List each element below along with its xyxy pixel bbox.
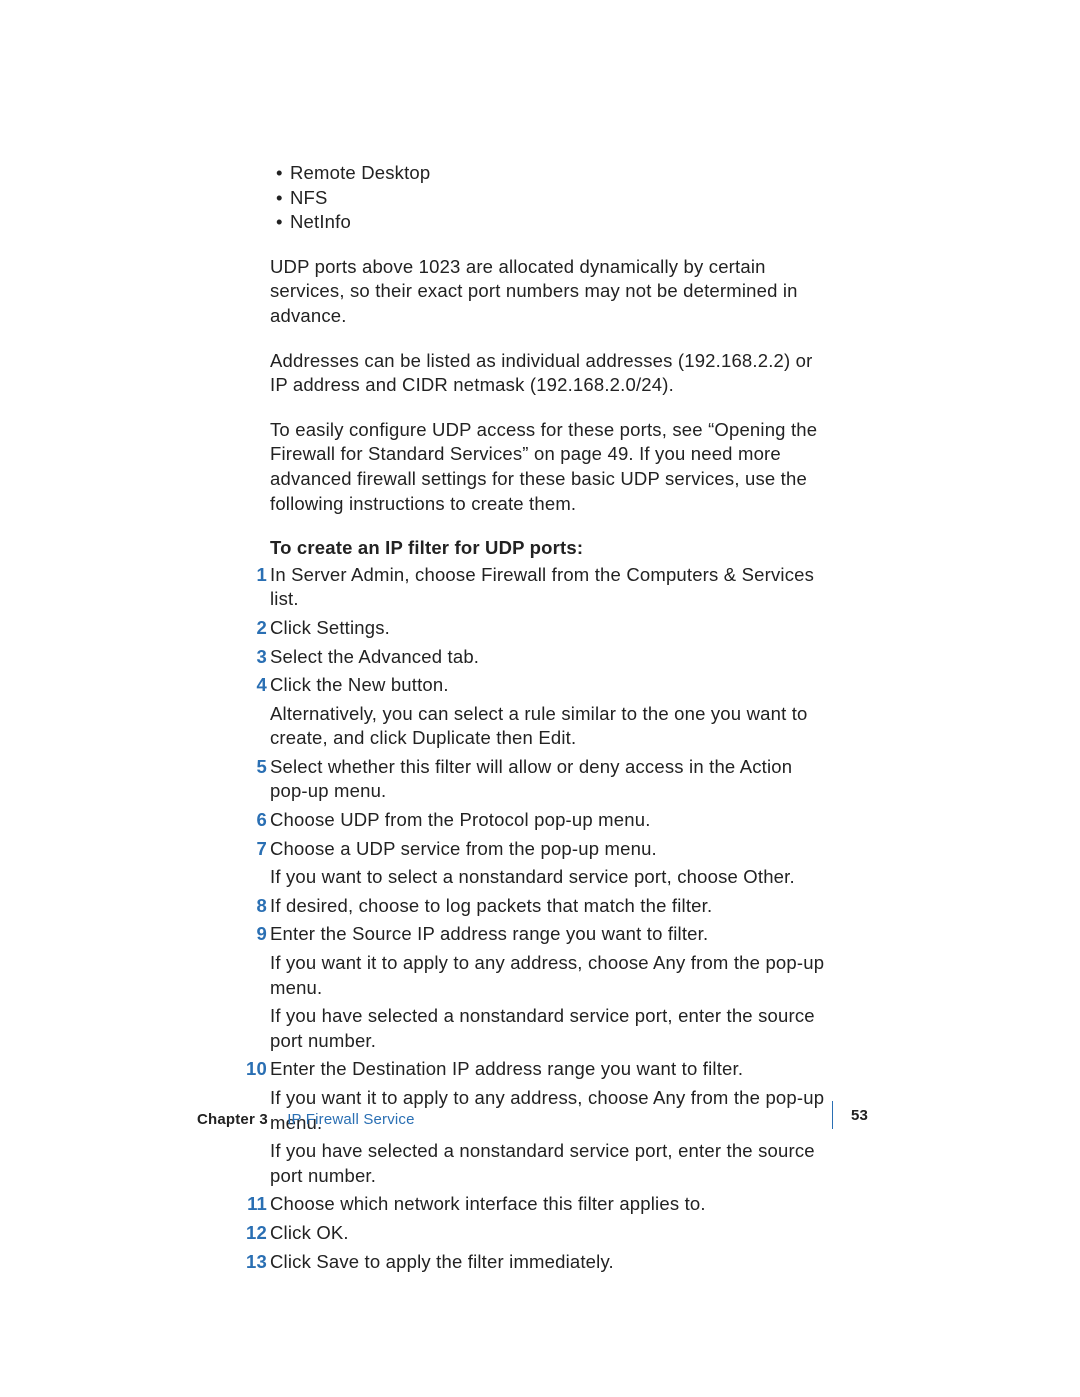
step-subtext: If you want it to apply to any address, … <box>270 951 832 1000</box>
list-item-text: Remote Desktop <box>290 162 430 183</box>
procedure-steps: 1 In Server Admin, choose Firewall from … <box>270 563 832 1274</box>
step-text: Choose a UDP service from the pop-up men… <box>270 837 832 862</box>
step-number: 8 <box>249 894 267 919</box>
list-item: • NetInfo <box>270 210 832 235</box>
bullet-icon: • <box>276 186 283 211</box>
step-item: 6 Choose UDP from the Protocol pop-up me… <box>270 808 832 833</box>
body-paragraph: UDP ports above 1023 are allocated dynam… <box>270 255 832 329</box>
step-number: 12 <box>239 1221 267 1246</box>
step-number: 1 <box>249 563 267 588</box>
bullet-icon: • <box>276 210 283 235</box>
chapter-label: Chapter 3 <box>197 1111 268 1128</box>
list-item-text: NetInfo <box>290 211 351 232</box>
step-text: If desired, choose to log packets that m… <box>270 894 832 919</box>
step-text: Select the Advanced tab. <box>270 645 832 670</box>
step-number: 11 <box>239 1192 267 1217</box>
step-item: 11 Choose which network interface this f… <box>270 1192 832 1217</box>
step-subtext: Alternatively, you can select a rule sim… <box>270 702 832 751</box>
list-item: • Remote Desktop <box>270 161 832 186</box>
step-item: 9 Enter the Source IP address range you … <box>270 922 832 1053</box>
step-number: 5 <box>249 755 267 780</box>
step-number: 3 <box>249 645 267 670</box>
step-number: 9 <box>249 922 267 947</box>
page-number: 53 <box>851 1106 868 1126</box>
step-subtext: If you have selected a nonstandard servi… <box>270 1004 832 1053</box>
step-number: 7 <box>249 837 267 862</box>
bullet-icon: • <box>276 161 283 186</box>
intro-bullet-list: • Remote Desktop • NFS • NetInfo <box>270 161 832 235</box>
step-text: Choose which network interface this filt… <box>270 1192 832 1217</box>
step-item: 7 Choose a UDP service from the pop-up m… <box>270 837 832 890</box>
procedure-heading: To create an IP filter for UDP ports: <box>270 536 832 561</box>
step-item: 8 If desired, choose to log packets that… <box>270 894 832 919</box>
step-number: 2 <box>249 616 267 641</box>
step-number: 10 <box>239 1057 267 1082</box>
page-footer: Chapter 3 IP Firewall Service 53 <box>197 1106 1080 1136</box>
step-text: Click OK. <box>270 1221 832 1246</box>
step-number: 4 <box>249 673 267 698</box>
step-text: Select whether this filter will allow or… <box>270 755 832 804</box>
page: • Remote Desktop • NFS • NetInfo UDP ports … <box>0 0 1080 1397</box>
step-text: Choose UDP from the Protocol pop-up menu… <box>270 808 832 833</box>
step-text: Enter the Destination IP address range y… <box>270 1057 832 1082</box>
step-subtext: If you have selected a nonstandard servi… <box>270 1139 832 1188</box>
body-paragraph: To easily configure UDP access for these… <box>270 418 832 516</box>
list-item-text: NFS <box>290 187 328 208</box>
step-item: 3 Select the Advanced tab. <box>270 645 832 670</box>
step-item: 2 Click Settings. <box>270 616 832 641</box>
step-item: 13 Click Save to apply the filter immedi… <box>270 1250 832 1275</box>
step-item: 12 Click OK. <box>270 1221 832 1246</box>
step-item: 4 Click the New button. Alternatively, y… <box>270 673 832 751</box>
chapter-title: IP Firewall Service <box>287 1111 414 1128</box>
step-item: 5 Select whether this filter will allow … <box>270 755 832 804</box>
step-number: 13 <box>239 1250 267 1275</box>
step-text: Click Settings. <box>270 616 832 641</box>
step-text: Click the New button. <box>270 673 832 698</box>
step-text: Click Save to apply the filter immediate… <box>270 1250 832 1275</box>
step-text: In Server Admin, choose Firewall from th… <box>270 563 832 612</box>
list-item: • NFS <box>270 186 832 211</box>
step-number: 6 <box>249 808 267 833</box>
step-item: 1 In Server Admin, choose Firewall from … <box>270 563 832 612</box>
body-paragraph: Addresses can be listed as individual ad… <box>270 349 832 398</box>
step-subtext: If you want to select a nonstandard serv… <box>270 865 832 890</box>
step-text: Enter the Source IP address range you wa… <box>270 922 832 947</box>
footer-separator <box>832 1101 833 1129</box>
